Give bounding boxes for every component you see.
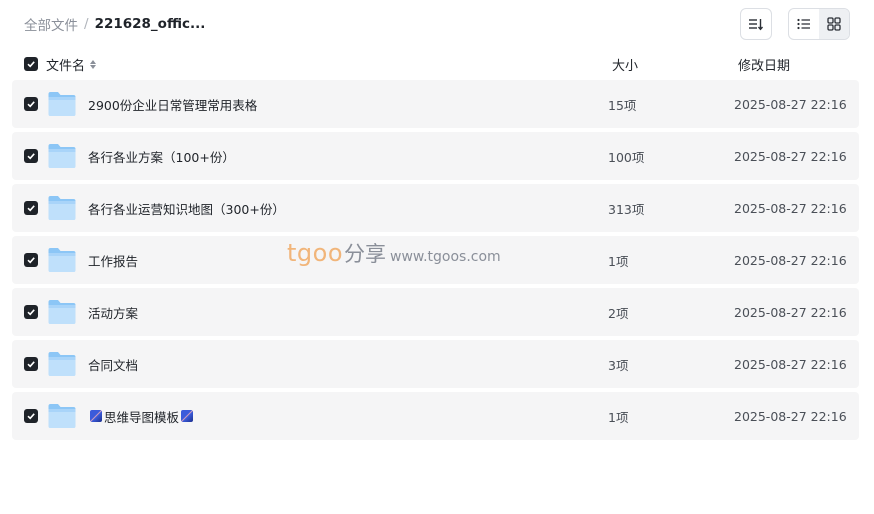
row-checkbox[interactable] bbox=[24, 253, 38, 267]
row-checkbox[interactable] bbox=[24, 357, 38, 371]
table-header: 文件名 大小 修改日期 bbox=[12, 52, 859, 76]
file-size: 1项 bbox=[608, 253, 629, 269]
list-view-button[interactable] bbox=[789, 9, 819, 39]
sort-arrows-icon bbox=[90, 59, 97, 69]
file-name[interactable]: 合同文档 bbox=[88, 340, 138, 388]
folder-icon bbox=[48, 196, 76, 220]
checkmark-icon bbox=[27, 309, 35, 316]
file-modified-date: 2025-08-27 22:16 bbox=[734, 252, 847, 268]
file-modified-date: 2025-08-27 22:16 bbox=[734, 408, 847, 424]
folder-icon bbox=[48, 300, 76, 324]
file-modified-date: 2025-08-27 22:16 bbox=[734, 200, 847, 216]
emoji-tile-icon bbox=[181, 410, 194, 422]
breadcrumb-current-folder: 221628_offic... bbox=[94, 16, 206, 32]
file-size: 100项 bbox=[608, 149, 645, 165]
checkmark-icon bbox=[27, 101, 35, 108]
file-modified-date: 2025-08-27 22:16 bbox=[734, 96, 847, 112]
sort-lines-icon bbox=[749, 19, 764, 31]
grid-view-button[interactable] bbox=[819, 9, 849, 39]
file-size: 15项 bbox=[608, 97, 637, 113]
list-view-icon bbox=[797, 18, 810, 30]
file-name[interactable]: 各行各业方案（100+份） bbox=[88, 132, 235, 180]
checkmark-icon bbox=[27, 257, 35, 264]
file-size: 313项 bbox=[608, 201, 645, 217]
view-toggle bbox=[788, 8, 850, 40]
table-row[interactable]: 工作报告 1项 2025-08-27 22:16 bbox=[12, 236, 859, 284]
column-header-name[interactable]: 文件名 bbox=[46, 55, 97, 74]
file-name-label: 各行各业运营知识地图（300+份） bbox=[88, 201, 285, 217]
folder-icon bbox=[48, 404, 76, 428]
table-row[interactable]: 各行各业运营知识地图（300+份） 313项 2025-08-27 22:16 bbox=[12, 184, 859, 232]
file-name[interactable]: 思维导图模板 bbox=[88, 392, 195, 440]
folder-icon bbox=[48, 352, 76, 376]
checkmark-icon bbox=[27, 153, 35, 160]
table-row[interactable]: 思维导图模板 1项 2025-08-27 22:16 bbox=[12, 392, 859, 440]
select-all-checkbox[interactable] bbox=[24, 57, 38, 71]
breadcrumb-separator: / bbox=[84, 16, 89, 32]
file-name-label: 活动方案 bbox=[88, 305, 139, 321]
row-checkbox[interactable] bbox=[24, 305, 38, 319]
grid-view-icon bbox=[827, 17, 841, 31]
folder-icon bbox=[48, 92, 76, 116]
file-name-label: 各行各业方案（100+份） bbox=[88, 149, 235, 165]
table-row[interactable]: 各行各业方案（100+份） 100项 2025-08-27 22:16 bbox=[12, 132, 859, 180]
column-header-name-label: 文件名 bbox=[46, 58, 86, 74]
breadcrumb: 全部文件 / 221628_offic... bbox=[24, 14, 206, 34]
file-name-label: 合同文档 bbox=[88, 357, 139, 373]
file-name[interactable]: 2900份企业日常管理常用表格 bbox=[88, 80, 257, 128]
checkmark-icon bbox=[27, 361, 35, 368]
file-name[interactable]: 活动方案 bbox=[88, 288, 138, 336]
file-name[interactable]: 工作报告 bbox=[88, 236, 138, 284]
row-checkbox[interactable] bbox=[24, 149, 38, 163]
folder-icon bbox=[48, 248, 76, 272]
folder-icon bbox=[48, 144, 76, 168]
file-modified-date: 2025-08-27 22:16 bbox=[734, 304, 847, 320]
row-checkbox[interactable] bbox=[24, 97, 38, 111]
checkmark-icon bbox=[27, 61, 35, 68]
file-name-label: 2900份企业日常管理常用表格 bbox=[88, 97, 258, 113]
file-name-label: 工作报告 bbox=[88, 253, 139, 269]
file-list: 2900份企业日常管理常用表格 15项 2025-08-27 22:16 各行各… bbox=[12, 80, 859, 444]
table-row[interactable]: 活动方案 2项 2025-08-27 22:16 bbox=[12, 288, 859, 336]
checkmark-icon bbox=[27, 413, 35, 420]
file-modified-date: 2025-08-27 22:16 bbox=[734, 148, 847, 164]
row-checkbox[interactable] bbox=[24, 409, 38, 423]
file-name-label: 思维导图模板 bbox=[104, 409, 180, 425]
file-size: 3项 bbox=[608, 357, 629, 373]
emoji-tile-icon bbox=[90, 410, 102, 422]
column-header-modified: 修改日期 bbox=[738, 58, 791, 74]
file-modified-date: 2025-08-27 22:16 bbox=[734, 356, 847, 372]
row-checkbox[interactable] bbox=[24, 201, 38, 215]
checkmark-icon bbox=[27, 205, 35, 212]
file-size: 1项 bbox=[608, 409, 629, 425]
file-name[interactable]: 各行各业运营知识地图（300+份） bbox=[88, 184, 285, 232]
file-size: 2项 bbox=[608, 305, 629, 321]
breadcrumb-root-link[interactable]: 全部文件 bbox=[24, 14, 78, 34]
table-row[interactable]: 合同文档 3项 2025-08-27 22:16 bbox=[12, 340, 859, 388]
sort-button[interactable] bbox=[740, 8, 772, 40]
column-header-size: 大小 bbox=[612, 58, 639, 74]
table-row[interactable]: 2900份企业日常管理常用表格 15项 2025-08-27 22:16 bbox=[12, 80, 859, 128]
